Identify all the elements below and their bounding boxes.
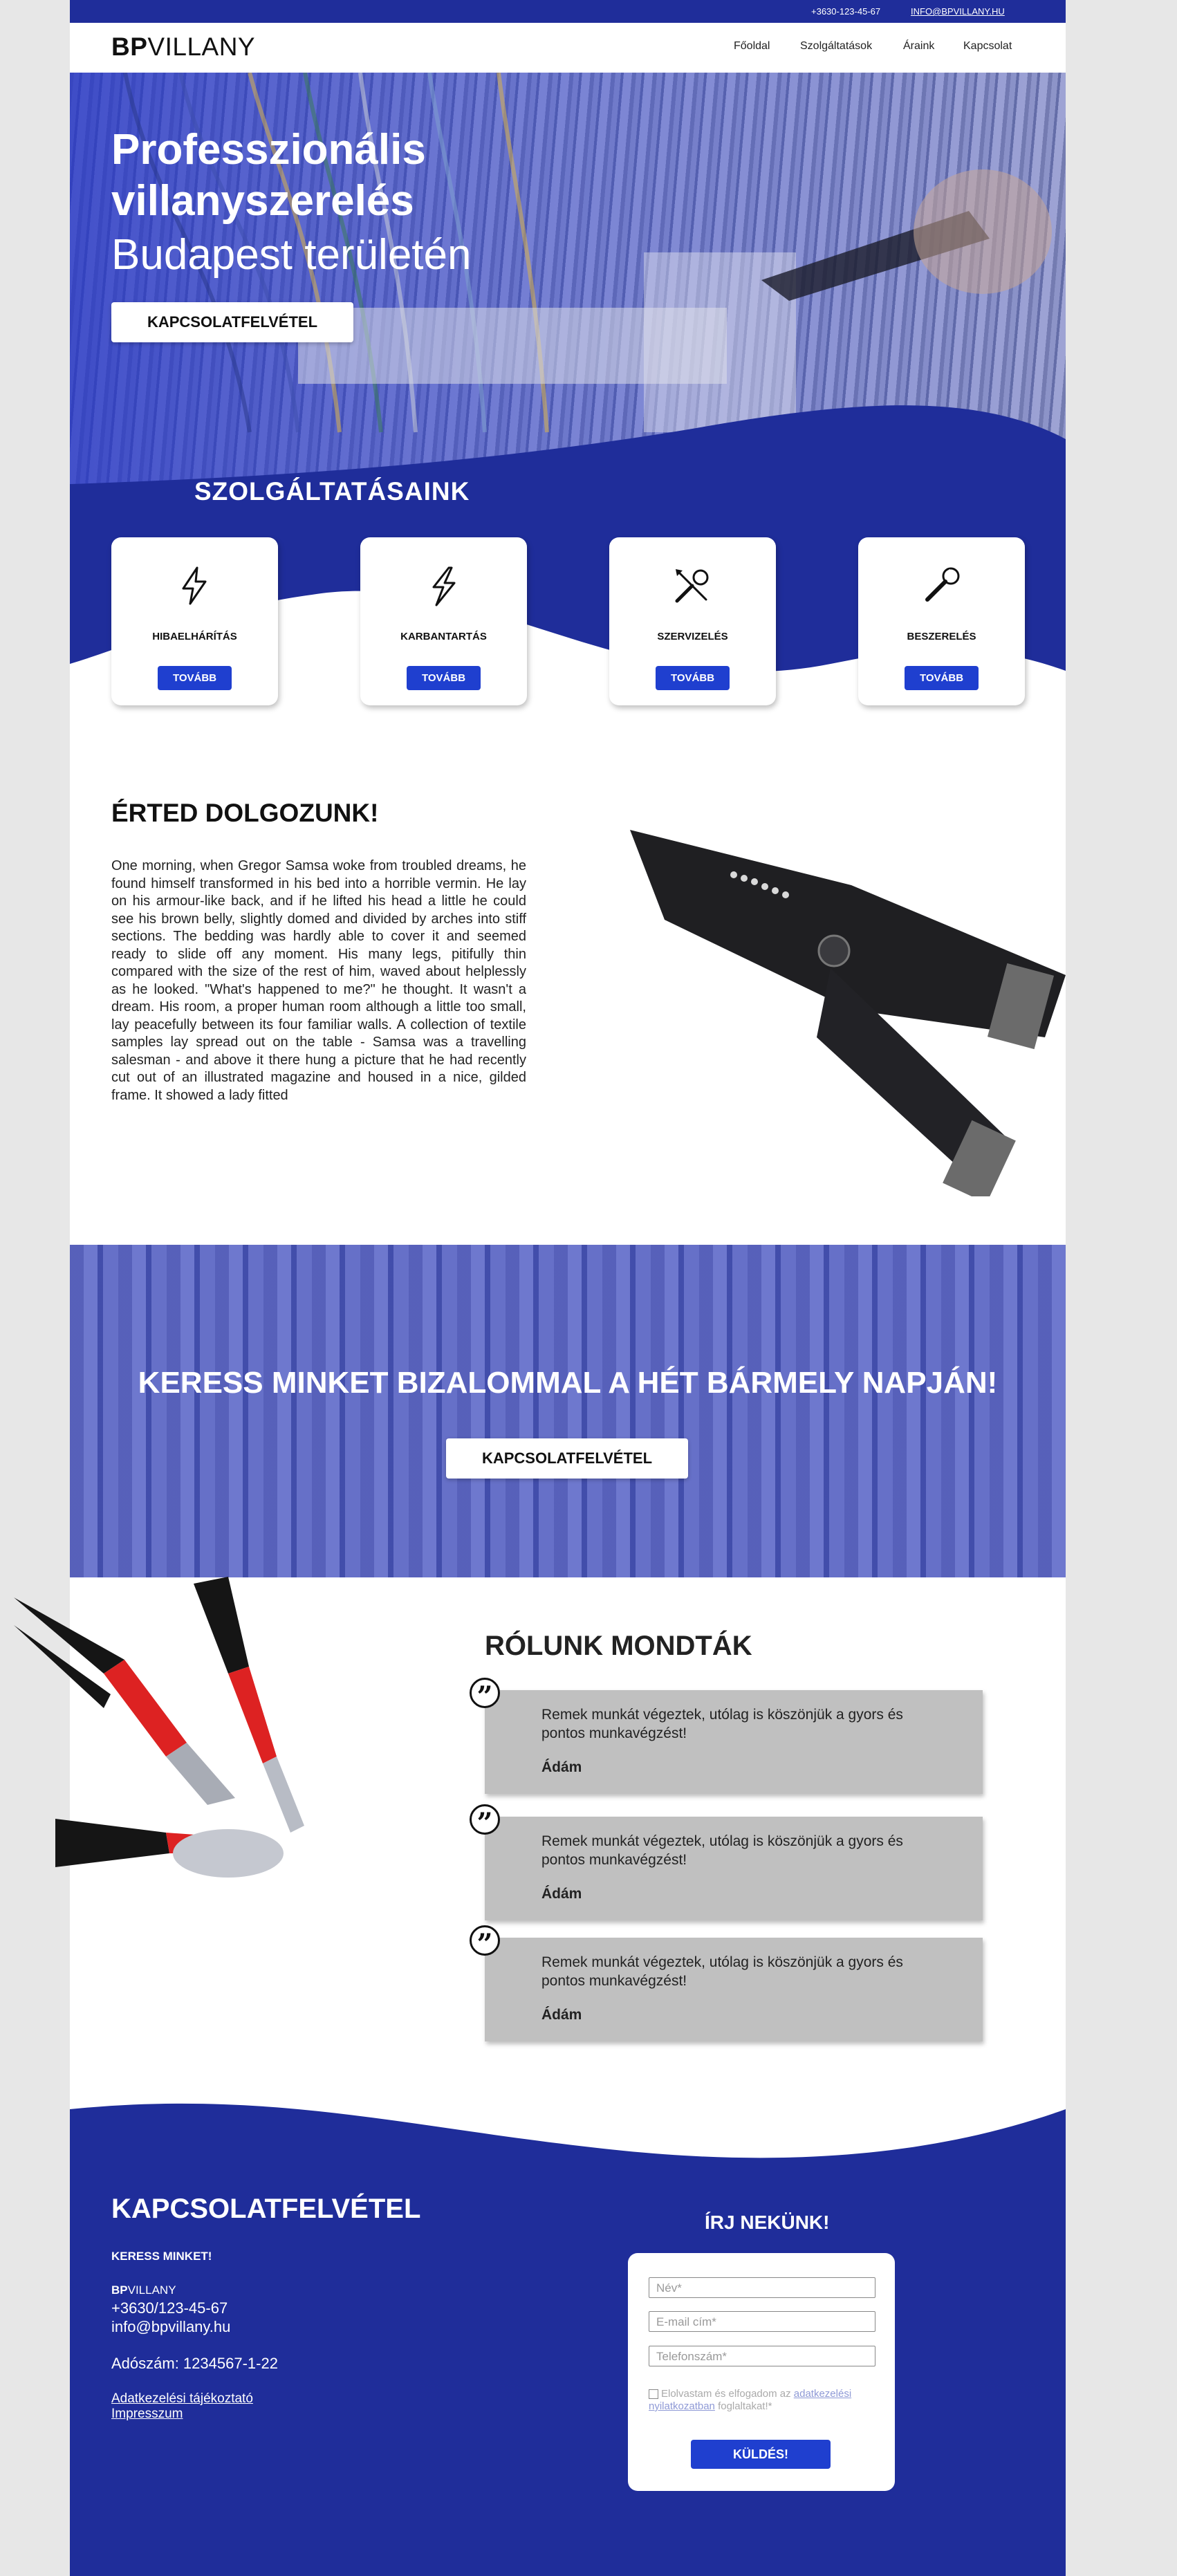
hero-contact-button[interactable]: KAPCSOLATFELVÉTEL xyxy=(111,302,353,342)
phone-field[interactable]: Telefonszám* xyxy=(649,2346,875,2366)
topbar-email[interactable]: INFO@BPVILLANY.HU xyxy=(911,6,1005,17)
service-label: BESZERELÉS xyxy=(907,631,976,642)
footer-phone[interactable]: +3630/123-45-67 xyxy=(111,2299,228,2317)
about-title: ÉRTED DOLGOZUNK! xyxy=(111,799,379,827)
quote-icon: ” xyxy=(470,1804,500,1840)
nav-item-contact[interactable]: Kapcsolat xyxy=(963,40,1012,53)
reviews-title: RÓLUNK MONDTÁK xyxy=(485,1631,752,1661)
service-more-button[interactable]: TOVÁBB xyxy=(158,666,232,690)
cta-contact-button[interactable]: KAPCSOLATFELVÉTEL xyxy=(446,1438,688,1479)
topbar-phone[interactable]: +3630-123-45-67 xyxy=(811,6,880,17)
wire-stripper-image xyxy=(630,830,1066,1196)
review-author: Ádám xyxy=(541,1759,582,1775)
hero-title: Professzionális villanyszerelés xyxy=(111,126,426,225)
consent-checkbox[interactable] xyxy=(649,2389,658,2400)
about-text: One morning, when Gregor Samsa woke from… xyxy=(111,858,526,1103)
submit-button[interactable]: KÜLDÉS! xyxy=(691,2440,831,2469)
pliers-image xyxy=(14,1577,304,1878)
top-bar: +3630-123-45-67 INFO@BPVILLANY.HU xyxy=(70,0,1066,23)
service-card-maintenance[interactable]: KARBANTARTÁS TOVÁBB xyxy=(360,537,527,705)
hero-subtitle: Budapest területén xyxy=(111,231,472,279)
footer-tax-number: Adószám: 1234567-1-22 xyxy=(111,2355,278,2372)
service-card-servicing[interactable]: SZERVIZELÉS TOVÁBB xyxy=(609,537,776,705)
service-card-troubleshooting[interactable]: HIBAELHÁRÍTÁS TOVÁBB xyxy=(111,537,278,705)
quote-icon: ” xyxy=(470,1925,500,1961)
consent-checkbox-row: Elolvastam és elfogadom az adatkezelési … xyxy=(649,2388,852,2412)
footer-search-us: KERESS MINKET! xyxy=(111,2250,212,2263)
lightning-bolt-icon xyxy=(432,566,456,606)
review-card: ” Remek munkát végeztek, utólag is köszö… xyxy=(470,1804,983,1920)
service-card-installation[interactable]: BESZERELÉS TOVÁBB xyxy=(858,537,1025,705)
cta-title: KERESS MINKET BIZALOMMAL A HÉT BÁRMELY N… xyxy=(138,1366,998,1400)
lightning-icon xyxy=(182,566,207,605)
review-text: Remek munkát végeztek, utólag is köszönj… xyxy=(541,1707,903,1741)
service-label: KARBANTARTÁS xyxy=(400,631,487,642)
name-field[interactable]: Név* xyxy=(649,2277,875,2298)
review-text: Remek munkát végeztek, utólag is köszönj… xyxy=(541,1954,903,1989)
imprint-link[interactable]: Impresszum xyxy=(111,2407,183,2422)
review-author: Ádám xyxy=(541,2007,582,2023)
form-title: ÍRJ NEKÜNK! xyxy=(705,2212,830,2233)
service-label: HIBAELHÁRÍTÁS xyxy=(152,631,237,642)
service-more-button[interactable]: TOVÁBB xyxy=(905,666,979,690)
service-more-button[interactable]: TOVÁBB xyxy=(656,666,730,690)
service-more-button[interactable]: TOVÁBB xyxy=(407,666,481,690)
nav-item-home[interactable]: Főoldal xyxy=(734,40,770,53)
nav-item-prices[interactable]: Áraink xyxy=(903,40,934,53)
privacy-link[interactable]: Adatkezelési tájékoztató xyxy=(111,2391,253,2407)
review-card: ” Remek munkát végeztek, utólag is köszö… xyxy=(470,1925,983,2041)
footer-brand: BPVILLANY xyxy=(111,2283,176,2297)
wrench-icon xyxy=(925,567,960,602)
footer-wave-bg xyxy=(70,2103,1066,2576)
footer-title: KAPCSOLATFELVÉTEL xyxy=(111,2194,421,2224)
logo[interactable]: BPVILLANY xyxy=(111,33,255,62)
footer-email[interactable]: info@bpvillany.hu xyxy=(111,2318,230,2336)
tools-icon xyxy=(675,569,709,603)
nav-item-services[interactable]: Szolgáltatások xyxy=(800,40,872,53)
review-author: Ádám xyxy=(541,1886,582,1902)
email-field[interactable]: E-mail cím* xyxy=(649,2311,875,2332)
header-nav: BPVILLANY Főoldal Szolgáltatások Áraink … xyxy=(70,23,1066,73)
quote-icon: ” xyxy=(470,1678,500,1713)
page: +3630-123-45-67 INFO@BPVILLANY.HU BPVILL… xyxy=(70,0,1066,2576)
contact-form: Név* E-mail cím* Telefonszám* Elolvastam… xyxy=(628,2253,895,2491)
review-card: ” Remek munkát végeztek, utólag is köszö… xyxy=(470,1678,983,1794)
service-label: SZERVIZELÉS xyxy=(657,631,728,642)
review-text: Remek munkát végeztek, utólag is köszönj… xyxy=(541,1833,903,1868)
services-title: SZOLGÁLTATÁSAINK xyxy=(194,477,470,506)
cta-banner: KERESS MINKET BIZALOMMAL A HÉT BÁRMELY N… xyxy=(70,1245,1066,1577)
